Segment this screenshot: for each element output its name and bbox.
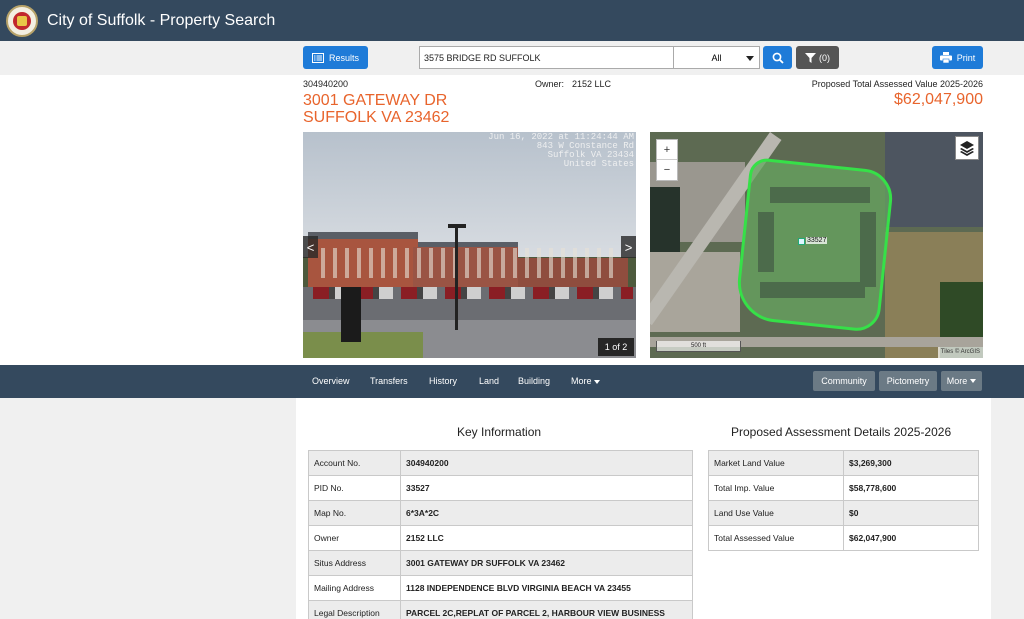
tab-history[interactable]: History (429, 376, 457, 386)
assessed-value-label: Proposed Total Assessed Value 2025-2026 (811, 79, 983, 89)
table-row: Land Use Value $0 (708, 500, 979, 526)
caret-down-icon (970, 379, 977, 383)
tab-overview[interactable]: Overview (312, 376, 350, 386)
table-row: Market Land Value $3,269,300 (708, 450, 979, 476)
table-row: Situs Address 3001 GATEWAY DR SUFFOLK VA … (308, 550, 693, 576)
caret-down-icon (746, 56, 754, 61)
table-row: Mailing Address 1128 INDEPENDENCE BLVD VI… (308, 575, 693, 601)
table-row: Map No. 6*3A*2C (308, 500, 693, 526)
map-attribution: Tiles © ArcGIS (937, 347, 983, 358)
table-row: Legal Description PARCEL 2C,REPLAT OF PAR… (308, 600, 693, 619)
print-button[interactable]: Print (932, 46, 983, 69)
app-header: City of Suffolk - Property Search (0, 0, 1024, 41)
pictometry-button[interactable]: Pictometry (879, 371, 937, 391)
key-info-table: Account No. 304940200 PID No. 33527 Map No… (308, 450, 693, 619)
parcel-label: 33527 (806, 237, 828, 244)
table-row: Total Assessed Value $62,047,900 (708, 525, 979, 551)
owner-line: Owner: 2152 LLC (535, 79, 611, 89)
account-number: 304940200 (303, 79, 349, 89)
photo-timestamp: Jun 16, 2022 at 11:24:44 AM 843 W Consta… (488, 132, 634, 169)
city-seal-logo (6, 4, 38, 37)
owner-value: 2152 LLC (572, 79, 612, 89)
more-right-dropdown[interactable]: More (941, 371, 982, 391)
parcel-marker[interactable] (798, 238, 805, 245)
assessment-table: Market Land Value $3,269,300 Total Imp. V… (708, 450, 979, 551)
app-title: City of Suffolk - Property Search (47, 11, 276, 29)
more-right-label: More (946, 376, 968, 386)
filter-count: (0) (819, 52, 830, 63)
table-row: PID No. 33527 (308, 475, 693, 501)
key-info-title: Key Information (457, 425, 542, 439)
address-line-2: SUFFOLK VA 23462 (303, 109, 450, 126)
photo-next-button[interactable]: > (621, 236, 636, 258)
search-icon (772, 52, 784, 64)
table-row: Total Imp. Value $58,778,600 (708, 475, 979, 501)
table-row: Owner 2152 LLC (308, 525, 693, 551)
details-panel: Key Information Proposed Assessment Deta… (296, 398, 991, 619)
community-button[interactable]: Community (813, 371, 875, 391)
filter-button[interactable]: (0) (796, 46, 839, 69)
search-button[interactable] (763, 46, 792, 69)
tab-more-label: More (571, 376, 592, 386)
assessment-title: Proposed Assessment Details 2025-2026 (731, 425, 952, 439)
search-toolbar: Results All (0) Print (0, 41, 1024, 75)
layers-button[interactable] (955, 136, 979, 160)
photo-counter: 1 of 2 (598, 338, 634, 356)
scale-bar: 500 ft (656, 341, 741, 352)
print-label: Print (956, 52, 976, 63)
zoom-control: + − (656, 139, 678, 181)
property-photo: Jun 16, 2022 at 11:24:44 AM 843 W Consta… (303, 132, 636, 358)
tab-transfers[interactable]: Transfers (370, 376, 408, 386)
scope-value: All (711, 52, 722, 63)
parcel-map[interactable]: 33527 + − 500 ft Tiles © ArcGIS (650, 132, 983, 358)
assessed-value-amount: $62,047,900 (894, 91, 983, 108)
photo-prev-button[interactable]: < (303, 236, 318, 258)
owner-label: Owner: (535, 79, 565, 89)
search-scope-select[interactable]: All (673, 46, 760, 69)
results-button[interactable]: Results (303, 46, 368, 69)
zoom-in-button[interactable]: + (657, 140, 677, 160)
list-icon (311, 52, 324, 63)
results-label: Results (328, 52, 359, 63)
caret-down-icon (593, 379, 600, 384)
printer-icon (939, 52, 952, 63)
layers-icon (960, 141, 974, 156)
table-row: Account No. 304940200 (308, 450, 693, 476)
tab-land[interactable]: Land (479, 376, 499, 386)
tab-bar: Overview Transfers History Land Building… (0, 365, 1024, 398)
tab-more-dropdown[interactable]: More (571, 376, 600, 386)
address-line-1: 3001 GATEWAY DR (303, 92, 448, 109)
zoom-out-button[interactable]: − (657, 160, 677, 180)
filter-icon (805, 52, 816, 63)
tab-building[interactable]: Building (518, 376, 550, 386)
search-input[interactable] (419, 46, 674, 69)
property-summary: 304940200 Owner: 2152 LLC 3001 GATEWAY DR… (0, 75, 1024, 365)
